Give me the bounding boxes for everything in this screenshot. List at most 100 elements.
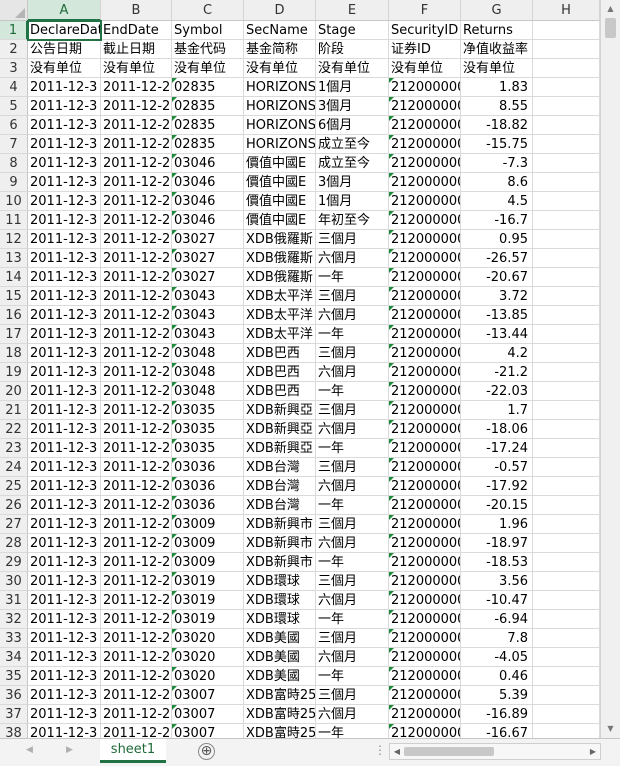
- sheet-tab-sheet1[interactable]: sheet1: [100, 739, 166, 763]
- cell-b37[interactable]: 2011-12-2: [101, 705, 172, 724]
- cell-e34[interactable]: 六個月: [316, 648, 389, 667]
- cell-a13[interactable]: 2011-12-3: [28, 249, 101, 268]
- scroll-down-icon[interactable]: ▼: [601, 720, 620, 738]
- row-header[interactable]: 11: [0, 211, 28, 230]
- cell-h22[interactable]: [533, 420, 600, 439]
- cell-h33[interactable]: [533, 629, 600, 648]
- cell-b16[interactable]: 2011-12-2: [101, 306, 172, 325]
- cell-e18[interactable]: 三個月: [316, 344, 389, 363]
- cell-h1[interactable]: [533, 21, 600, 40]
- cell-f38[interactable]: 212000000: [389, 724, 461, 738]
- cell-e36[interactable]: 三個月: [316, 686, 389, 705]
- cell-g12[interactable]: 0.95: [461, 230, 533, 249]
- cell-g27[interactable]: 1.96: [461, 515, 533, 534]
- cell-g24[interactable]: -0.57: [461, 458, 533, 477]
- cell-c20[interactable]: 03048: [172, 382, 244, 401]
- row-header[interactable]: 24: [0, 458, 28, 477]
- cell-g23[interactable]: -17.24: [461, 439, 533, 458]
- cell-b20[interactable]: 2011-12-2: [101, 382, 172, 401]
- row-header[interactable]: 7: [0, 135, 28, 154]
- cell-g20[interactable]: -22.03: [461, 382, 533, 401]
- cell-g17[interactable]: -13.44: [461, 325, 533, 344]
- row-header[interactable]: 8: [0, 154, 28, 173]
- cell-f34[interactable]: 212000000: [389, 648, 461, 667]
- cell-b9[interactable]: 2011-12-2: [101, 173, 172, 192]
- tab-splitter-icon[interactable]: ⋮: [374, 743, 386, 757]
- cell-b5[interactable]: 2011-12-2: [101, 97, 172, 116]
- horizontal-scroll-thumb[interactable]: [404, 747, 494, 756]
- row-header[interactable]: 34: [0, 648, 28, 667]
- cell-d1[interactable]: SecName: [244, 21, 316, 40]
- cell-g3[interactable]: 没有单位: [461, 59, 533, 78]
- cell-e20[interactable]: 一年: [316, 382, 389, 401]
- cell-b35[interactable]: 2011-12-2: [101, 667, 172, 686]
- cell-e15[interactable]: 三個月: [316, 287, 389, 306]
- cell-d19[interactable]: XDB巴西: [244, 363, 316, 382]
- cell-d13[interactable]: XDB俄羅斯: [244, 249, 316, 268]
- cell-c31[interactable]: 03019: [172, 591, 244, 610]
- cell-h34[interactable]: [533, 648, 600, 667]
- cell-b25[interactable]: 2011-12-2: [101, 477, 172, 496]
- row-header[interactable]: 5: [0, 97, 28, 116]
- row-header[interactable]: 30: [0, 572, 28, 591]
- row-header[interactable]: 32: [0, 610, 28, 629]
- cell-a15[interactable]: 2011-12-3: [28, 287, 101, 306]
- cell-c27[interactable]: 03009: [172, 515, 244, 534]
- row-header[interactable]: 31: [0, 591, 28, 610]
- cell-a19[interactable]: 2011-12-3: [28, 363, 101, 382]
- cell-h2[interactable]: [533, 40, 600, 59]
- cell-h25[interactable]: [533, 477, 600, 496]
- cell-c16[interactable]: 03043: [172, 306, 244, 325]
- cell-h36[interactable]: [533, 686, 600, 705]
- cell-d17[interactable]: XDB太平洋: [244, 325, 316, 344]
- cell-d31[interactable]: XDB環球: [244, 591, 316, 610]
- row-header[interactable]: 2: [0, 40, 28, 59]
- cell-c29[interactable]: 03009: [172, 553, 244, 572]
- cell-a35[interactable]: 2011-12-3: [28, 667, 101, 686]
- cell-f18[interactable]: 212000000: [389, 344, 461, 363]
- cell-g31[interactable]: -10.47: [461, 591, 533, 610]
- cell-b32[interactable]: 2011-12-2: [101, 610, 172, 629]
- cell-f30[interactable]: 212000000: [389, 572, 461, 591]
- cell-f33[interactable]: 212000000: [389, 629, 461, 648]
- cell-b19[interactable]: 2011-12-2: [101, 363, 172, 382]
- cell-b7[interactable]: 2011-12-2: [101, 135, 172, 154]
- cell-g1[interactable]: Returns: [461, 21, 533, 40]
- cell-e31[interactable]: 六個月: [316, 591, 389, 610]
- row-header[interactable]: 9: [0, 173, 28, 192]
- cell-f19[interactable]: 212000000: [389, 363, 461, 382]
- column-header-e[interactable]: E: [316, 0, 389, 21]
- cell-e26[interactable]: 一年: [316, 496, 389, 515]
- cell-f35[interactable]: 212000000: [389, 667, 461, 686]
- cell-h20[interactable]: [533, 382, 600, 401]
- cell-a36[interactable]: 2011-12-3: [28, 686, 101, 705]
- cell-b3[interactable]: 没有单位: [101, 59, 172, 78]
- cell-f17[interactable]: 212000000: [389, 325, 461, 344]
- row-header[interactable]: 17: [0, 325, 28, 344]
- cell-h32[interactable]: [533, 610, 600, 629]
- cell-d18[interactable]: XDB巴西: [244, 344, 316, 363]
- cell-f3[interactable]: 没有单位: [389, 59, 461, 78]
- cell-b22[interactable]: 2011-12-2: [101, 420, 172, 439]
- cell-g16[interactable]: -13.85: [461, 306, 533, 325]
- cell-h3[interactable]: [533, 59, 600, 78]
- cell-f32[interactable]: 212000000: [389, 610, 461, 629]
- cell-f11[interactable]: 212000000: [389, 211, 461, 230]
- cell-b21[interactable]: 2011-12-2: [101, 401, 172, 420]
- row-header[interactable]: 3: [0, 59, 28, 78]
- cell-e9[interactable]: 3個月: [316, 173, 389, 192]
- cell-b28[interactable]: 2011-12-2: [101, 534, 172, 553]
- cell-d33[interactable]: XDB美國: [244, 629, 316, 648]
- column-header-a[interactable]: A: [28, 0, 101, 21]
- cell-c34[interactable]: 03020: [172, 648, 244, 667]
- cell-b29[interactable]: 2011-12-2: [101, 553, 172, 572]
- cell-d38[interactable]: XDB富時25: [244, 724, 316, 738]
- row-header[interactable]: 23: [0, 439, 28, 458]
- cell-f37[interactable]: 212000000: [389, 705, 461, 724]
- cell-e4[interactable]: 1個月: [316, 78, 389, 97]
- cell-a9[interactable]: 2011-12-3: [28, 173, 101, 192]
- row-header[interactable]: 22: [0, 420, 28, 439]
- cell-e12[interactable]: 三個月: [316, 230, 389, 249]
- cell-h9[interactable]: [533, 173, 600, 192]
- cell-c15[interactable]: 03043: [172, 287, 244, 306]
